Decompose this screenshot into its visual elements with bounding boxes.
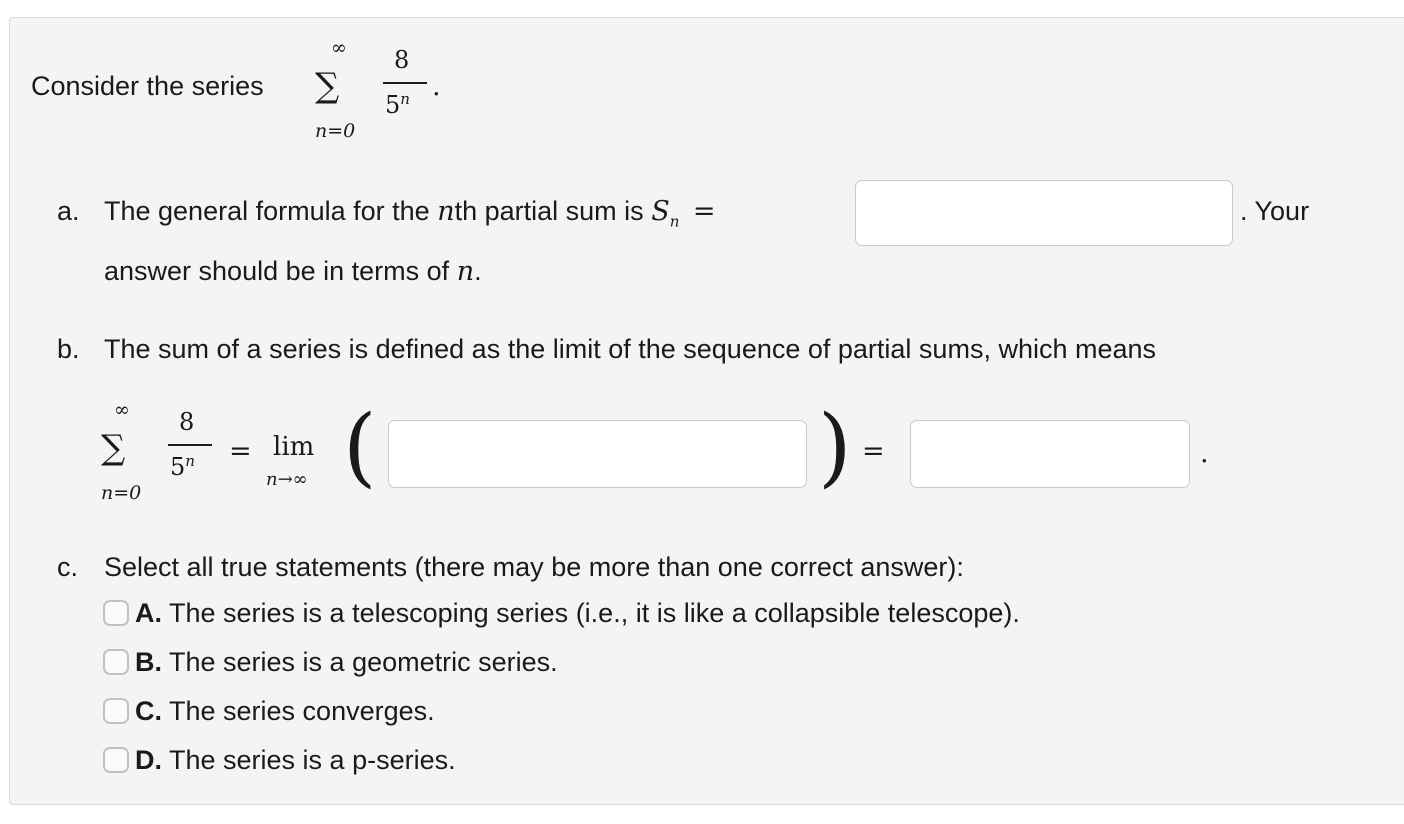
summation-symbol-b: ∑ xyxy=(101,428,126,468)
right-paren: ) xyxy=(818,397,852,497)
option-d[interactable]: D. The series is a p-series. xyxy=(103,743,456,777)
option-d-checkbox[interactable] xyxy=(103,747,129,773)
part-c-label: c. xyxy=(57,552,79,582)
part-b-period: . xyxy=(1200,438,1209,469)
intro-text: Consider the series xyxy=(31,71,264,101)
option-b[interactable]: B. The series is a geometric series. xyxy=(103,645,558,679)
summation-symbol: ∑ xyxy=(315,66,340,106)
partial-sum-input[interactable] xyxy=(855,180,1233,246)
equals-sign-2: = xyxy=(862,436,885,467)
option-b-checkbox[interactable] xyxy=(103,649,129,675)
option-d-letter: D. xyxy=(135,744,162,775)
part-b-label: b. xyxy=(57,334,80,364)
fraction-numerator-b: 8 xyxy=(179,408,195,436)
sum-lower-limit-b: n=0 xyxy=(101,482,142,504)
fraction-bar-b xyxy=(168,444,212,446)
option-a-checkbox[interactable] xyxy=(103,600,129,626)
sum-upper-limit: ∞ xyxy=(331,37,347,59)
sum-lower-limit: n=0 xyxy=(315,120,356,142)
part-a-line2: answer should be in terms of n. xyxy=(104,256,482,287)
sum-upper-limit-b: ∞ xyxy=(114,399,130,421)
fraction-denominator: 5n xyxy=(385,90,410,119)
fraction-denominator-b: 5n xyxy=(170,452,195,481)
option-c-text: The series converges. xyxy=(169,695,435,726)
option-a-letter: A. xyxy=(135,597,162,628)
part-a-your-text: . Your xyxy=(1240,196,1310,226)
part-c-prompt: Select all true statements (there may be… xyxy=(104,552,964,582)
limit-subscript: n→∞ xyxy=(266,469,308,490)
option-c-checkbox[interactable] xyxy=(103,698,129,724)
option-d-text: The series is a p-series. xyxy=(169,744,456,775)
option-c[interactable]: C. The series converges. xyxy=(103,694,435,728)
limit-expression-input[interactable] xyxy=(388,420,807,488)
equals-sign-1: = xyxy=(229,436,252,467)
option-b-text: The series is a geometric series. xyxy=(169,646,558,677)
intro-period: . xyxy=(432,71,441,102)
fraction-numerator: 8 xyxy=(394,46,410,74)
part-b-prompt: The sum of a series is defined as the li… xyxy=(104,334,1157,364)
option-a-text: The series is a telescoping series (i.e.… xyxy=(169,597,1020,628)
option-c-letter: C. xyxy=(135,695,162,726)
limit-lim: lim xyxy=(273,432,315,462)
left-paren: ( xyxy=(343,397,377,497)
question-panel xyxy=(9,17,1404,805)
series-sum-input[interactable] xyxy=(910,420,1190,488)
part-a-label: a. xyxy=(57,196,80,226)
option-a[interactable]: A. The series is a telescoping series (i… xyxy=(103,596,1020,630)
fraction-bar xyxy=(383,82,427,84)
part-a-prompt: The general formula for the nth partial … xyxy=(104,196,716,231)
option-b-letter: B. xyxy=(135,646,162,677)
